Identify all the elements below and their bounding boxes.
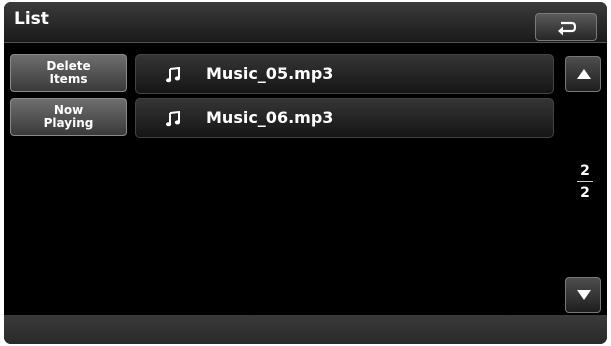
back-arrow-icon [558, 21, 577, 36]
page-title: List [14, 9, 49, 29]
total-pages: 2 [580, 185, 590, 201]
list-item[interactable]: Music_05.mp3 [135, 54, 554, 94]
back-button[interactable] [535, 13, 597, 41]
scroll-up-button[interactable] [565, 56, 601, 92]
header-bar: List [4, 2, 607, 43]
list-item-label: Music_06.mp3 [206, 108, 334, 127]
music-note-icon [166, 111, 180, 127]
now-playing-button[interactable]: Now Playing [10, 98, 127, 136]
current-page: 2 [580, 163, 590, 179]
list-item-label: Music_05.mp3 [206, 64, 334, 83]
page-divider [577, 181, 593, 182]
scroll-down-button[interactable] [565, 277, 601, 313]
list-item[interactable]: Music_06.mp3 [135, 98, 554, 138]
footer-bar [4, 315, 607, 344]
triangle-down-icon [577, 290, 591, 300]
page-indicator: 2 2 [573, 162, 597, 202]
media-list-screen: List Delete Items Now Playing Music_05.m… [4, 2, 607, 344]
triangle-up-icon [577, 69, 591, 79]
music-note-icon [166, 67, 180, 83]
delete-items-button[interactable]: Delete Items [10, 54, 127, 92]
